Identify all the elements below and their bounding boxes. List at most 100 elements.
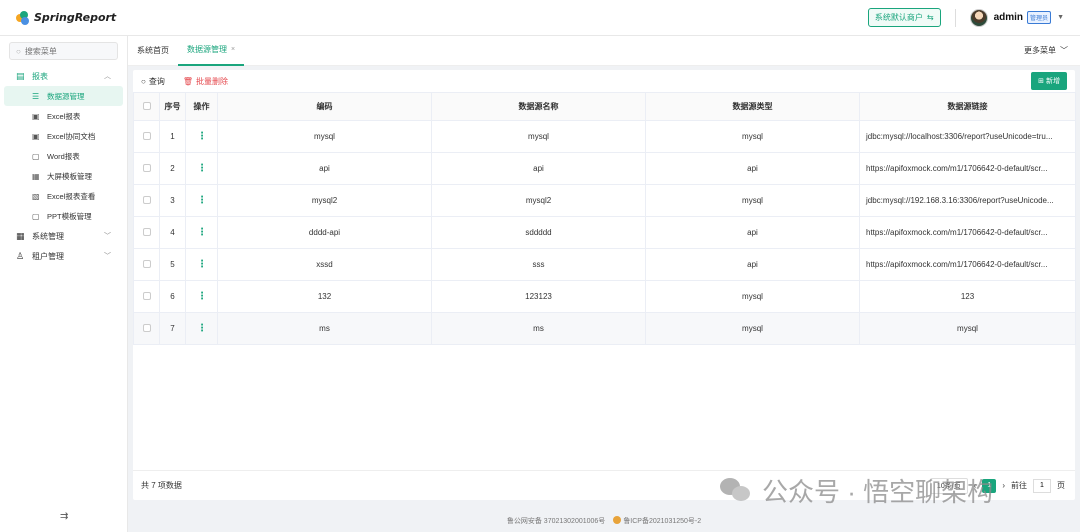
cell-type: api [645, 152, 860, 185]
tenant-switch-button[interactable]: 系统默认商户 ⇆ [867, 8, 941, 27]
icp-record[interactable]: 鲁ICP备2021031250号-2 [613, 516, 701, 526]
table-row[interactable]: 4 ⋮ dddd-api sddddd api https://apifoxmock.co… [133, 216, 1076, 249]
row-select-cell[interactable] [133, 184, 160, 217]
row-checkbox[interactable] [142, 323, 151, 332]
goto-page-input[interactable] [1033, 478, 1051, 493]
more-actions-icon[interactable]: ⋮ [197, 291, 207, 302]
more-actions-icon[interactable]: ⋮ [197, 323, 207, 334]
row-actions-cell[interactable]: ⋮ [185, 280, 218, 313]
row-checkbox[interactable] [142, 227, 151, 236]
row-checkbox[interactable] [142, 131, 151, 140]
cell-link: jdbc:mysql://localhost:3306/report?useUn… [859, 120, 1076, 153]
row-select-cell[interactable] [133, 152, 160, 185]
column-header: 操作 [185, 92, 218, 121]
row-actions-cell[interactable]: ⋮ [185, 248, 218, 281]
menu-group-tenant[interactable]: ♙ 租户管理 ﹀ [0, 246, 127, 266]
more-actions-icon[interactable]: ⋮ [197, 163, 207, 174]
user-menu-caret-icon[interactable]: ▼ [1057, 14, 1064, 21]
row-select-cell[interactable] [133, 280, 160, 313]
row-select-cell[interactable] [133, 248, 160, 281]
menu-group-system[interactable]: ▦ 系统管理 ﹀ [0, 226, 127, 246]
tab-label: 数据源管理 [187, 45, 227, 54]
watermark-text: 公众号 · 悟空聊架构 [762, 477, 994, 507]
add-button[interactable]: ⊞ 新增 [1031, 72, 1067, 90]
table-row[interactable]: 2 ⋮ api api api https://apifoxmock.com/m1/170… [133, 152, 1076, 185]
row-checkbox[interactable] [142, 291, 151, 300]
row-actions-cell[interactable]: ⋮ [185, 184, 218, 217]
user-avatar[interactable] [969, 8, 988, 27]
next-page-icon[interactable]: › [1002, 481, 1005, 490]
search-icon: ○ [16, 46, 21, 56]
menu-item-label: 大屏模板管理 [47, 171, 92, 181]
cell-link: https://apifoxmock.com/m1/1706642-0-defa… [859, 248, 1076, 281]
row-actions-cell[interactable]: ⋮ [185, 120, 218, 153]
table-row[interactable]: 5 ⋮ xssd sss api https://apifoxmock.com/m1/17… [133, 248, 1076, 281]
datasource-table: 序号 操作 编码 数据源名称 数据源类型 数据源链接 1 ⋮ mysql mysql m… [133, 92, 1076, 345]
watermark: 公众号 · 悟空聊架构 [720, 472, 993, 509]
menu-item-screen-template[interactable]: ▦ 大屏模板管理 [4, 166, 123, 186]
cell-code: api [217, 152, 432, 185]
cell-name: 123123 [431, 280, 646, 313]
user-name[interactable]: admin [994, 12, 1023, 23]
header-divider [954, 8, 956, 27]
menu-item-ppt-template[interactable]: ▢ PPT模板管理 [4, 206, 123, 226]
menu-item-datasource[interactable]: ☰ 数据源管理 [4, 86, 123, 106]
row-checkbox[interactable] [142, 195, 151, 204]
row-actions-cell[interactable]: ⋮ [185, 216, 218, 249]
search-button[interactable]: ○ 查询 [141, 76, 165, 87]
cell-type: api [645, 248, 860, 281]
batch-delete-button[interactable]: 🗑 批量删除 [183, 76, 228, 87]
column-header: 数据源名称 [431, 92, 646, 121]
row-select-cell[interactable] [133, 312, 160, 345]
tab-home[interactable]: 系统首页 [128, 36, 178, 66]
more-actions-icon[interactable]: ⋮ [197, 227, 207, 238]
row-actions-cell[interactable]: ⋮ [185, 152, 218, 185]
row-index: 5 [159, 248, 186, 281]
table-row[interactable]: 3 ⋮ mysql2 mysql2 mysql jdbc:mysql://192.168.… [133, 184, 1076, 217]
column-header: 编码 [217, 92, 432, 121]
menu-search-input[interactable] [24, 46, 115, 56]
more-menu-button[interactable]: 更多菜单 ﹀ [1024, 45, 1080, 56]
select-all-cell[interactable] [133, 92, 160, 121]
page-footer: 鲁公网安备 37021302001006号 鲁ICP备2021031250号-2 [128, 510, 1080, 532]
row-checkbox[interactable] [142, 163, 151, 172]
excel-icon: ▣ [32, 131, 40, 141]
menu-item-excel-view[interactable]: ▧ Excel报表查看 [4, 186, 123, 206]
app-logo[interactable]: SpringReport [0, 10, 128, 25]
app-name: SpringReport [34, 11, 117, 24]
row-select-cell[interactable] [133, 120, 160, 153]
menu-item-excel-report[interactable]: ▣ Excel报表 [4, 106, 123, 126]
tab-datasource[interactable]: 数据源管理 × [178, 36, 245, 66]
select-all-checkbox[interactable] [142, 101, 151, 110]
menu-item-label: 数据源管理 [47, 91, 85, 101]
menu-search[interactable]: ○ [9, 42, 118, 60]
row-actions-cell[interactable]: ⋮ [185, 312, 218, 345]
menu-group-report[interactable]: ▤ 报表 ︿ [0, 66, 127, 86]
more-actions-icon[interactable]: ⋮ [197, 195, 207, 206]
table-row[interactable]: 7 ⋮ ms ms mysql mysql [133, 312, 1076, 345]
chevron-up-icon: ︿ [104, 73, 111, 80]
more-actions-icon[interactable]: ⋮ [197, 259, 207, 270]
excel-icon: ▣ [32, 111, 40, 121]
row-select-cell[interactable] [133, 216, 160, 249]
more-actions-icon[interactable]: ⋮ [197, 131, 207, 142]
column-header: 序号 [159, 92, 186, 121]
cell-type: mysql [645, 280, 860, 313]
cell-name: ms [431, 312, 646, 345]
menu-item-word-report[interactable]: ▢ Word报表 [4, 146, 123, 166]
table-row[interactable]: 1 ⋮ mysql mysql mysql jdbc:mysql://localhost:… [133, 120, 1076, 153]
search-icon: ○ [141, 76, 146, 86]
row-checkbox[interactable] [142, 259, 151, 268]
collapse-sidebar-icon[interactable]: ⇉ [60, 511, 68, 522]
close-icon[interactable]: × [231, 46, 235, 53]
table-row[interactable]: 6 ⋮ 132 123123 mysql 123 [133, 280, 1076, 313]
cell-code: mysql [217, 120, 432, 153]
police-record[interactable]: 鲁公网安备 37021302001006号 [507, 516, 605, 526]
badge-icon [613, 516, 622, 524]
cell-link: 123 [859, 280, 1076, 313]
row-index: 1 [159, 120, 186, 153]
row-index: 4 [159, 216, 186, 249]
cell-code: xssd [217, 248, 432, 281]
menu-item-excel-coop[interactable]: ▣ Excel协同文档 [4, 126, 123, 146]
menu-group-label: 租户管理 [32, 251, 64, 261]
